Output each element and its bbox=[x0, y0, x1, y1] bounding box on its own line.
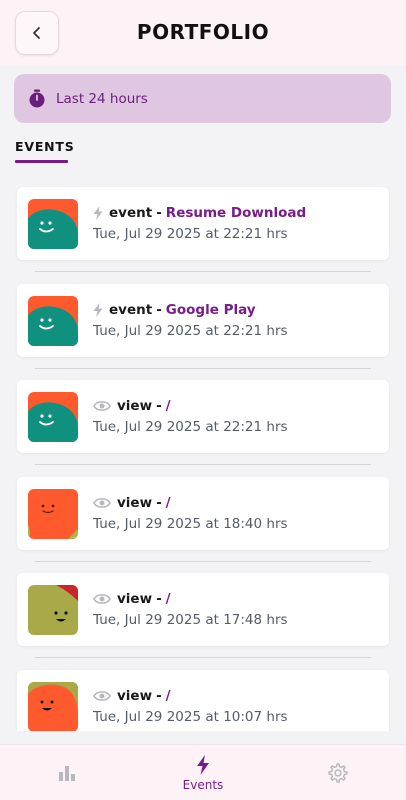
event-title: event - Resume Download bbox=[93, 203, 306, 223]
avatar bbox=[28, 392, 78, 442]
event-target: / bbox=[165, 687, 171, 704]
gear-icon bbox=[328, 763, 348, 783]
event-title: view - / bbox=[93, 493, 171, 513]
event-kind: view bbox=[117, 494, 153, 511]
time-filter-label: Last 24 hours bbox=[56, 90, 148, 107]
event-time: Tue, Jul 29 2025 at 17:48 hrs bbox=[93, 612, 288, 628]
event-time: Tue, Jul 29 2025 at 10:07 hrs bbox=[93, 708, 288, 725]
section-underline bbox=[15, 160, 68, 163]
event-target: Resume Download bbox=[165, 205, 307, 221]
time-filter[interactable]: Last 24 hours bbox=[14, 74, 391, 123]
event-card[interactable]: event - Google Play Tue, Jul 29 2025 at 22:… bbox=[17, 283, 389, 357]
list-divider bbox=[35, 367, 371, 369]
avatar bbox=[28, 295, 78, 346]
tab-settings[interactable] bbox=[326, 745, 350, 800]
avatar bbox=[28, 488, 78, 539]
list-divider bbox=[35, 657, 371, 658]
event-kind: view bbox=[117, 398, 153, 414]
bar-chart-icon bbox=[59, 766, 75, 781]
event-title: view - / bbox=[93, 686, 171, 706]
tab-events[interactable]: Events bbox=[173, 745, 233, 800]
event-title: view - / bbox=[93, 589, 171, 609]
tab-stats[interactable] bbox=[47, 745, 87, 800]
eye-icon bbox=[93, 400, 111, 412]
event-target: Google Play bbox=[165, 301, 256, 318]
avatar bbox=[28, 199, 78, 249]
separator-dash: - bbox=[156, 494, 162, 511]
event-card[interactable]: view - / Tue, Jul 29 2025 at 10:07 hrs bbox=[17, 669, 389, 731]
event-title: view - / bbox=[93, 396, 171, 416]
separator-dash: - bbox=[156, 591, 162, 607]
event-card[interactable]: event - Resume Download Tue, Jul 29 2025 at… bbox=[17, 187, 389, 260]
avatar bbox=[28, 585, 78, 635]
event-time: Tue, Jul 29 2025 at 18:40 hrs bbox=[93, 515, 288, 532]
separator-dash: - bbox=[156, 687, 162, 704]
event-card[interactable]: view - / Tue, Jul 29 2025 at 18:40 hrs bbox=[17, 476, 389, 550]
section-title: EVENTS bbox=[15, 139, 75, 154]
event-target: / bbox=[165, 398, 171, 414]
list-divider bbox=[35, 560, 371, 562]
event-target: / bbox=[165, 494, 171, 511]
separator-dash: - bbox=[156, 398, 162, 414]
bolt-icon bbox=[197, 754, 209, 775]
avatar bbox=[28, 681, 78, 731]
event-target: / bbox=[165, 591, 171, 607]
events-list[interactable]: event - Resume Download Tue, Jul 29 2025 at… bbox=[0, 186, 406, 731]
bolt-icon bbox=[93, 302, 103, 317]
event-kind: event bbox=[109, 205, 153, 221]
event-time: Tue, Jul 29 2025 at 22:21 hrs bbox=[93, 419, 288, 435]
header: PORTFOLIO bbox=[0, 0, 406, 66]
page-title: PORTFOLIO bbox=[136, 20, 270, 44]
event-kind: view bbox=[117, 687, 153, 704]
stopwatch-icon bbox=[28, 89, 46, 109]
separator-dash: - bbox=[156, 205, 162, 221]
event-title: event - Google Play bbox=[93, 300, 256, 320]
event-kind: event bbox=[109, 301, 153, 318]
separator-dash: - bbox=[156, 301, 162, 318]
eye-icon bbox=[93, 593, 111, 605]
tab-bar: Events bbox=[0, 744, 406, 800]
event-time: Tue, Jul 29 2025 at 22:21 hrs bbox=[93, 322, 288, 339]
eye-icon bbox=[93, 690, 111, 702]
tab-events-label: Events bbox=[182, 777, 224, 792]
list-divider bbox=[35, 464, 371, 465]
event-card[interactable]: view - / Tue, Jul 29 2025 at 22:21 hrs bbox=[17, 380, 389, 453]
bolt-icon bbox=[93, 206, 103, 220]
eye-icon bbox=[93, 497, 111, 509]
event-card[interactable]: view - / Tue, Jul 29 2025 at 17:48 hrs bbox=[17, 573, 389, 646]
event-time: Tue, Jul 29 2025 at 22:21 hrs bbox=[93, 226, 288, 242]
list-divider bbox=[35, 271, 371, 272]
event-kind: view bbox=[117, 591, 153, 607]
